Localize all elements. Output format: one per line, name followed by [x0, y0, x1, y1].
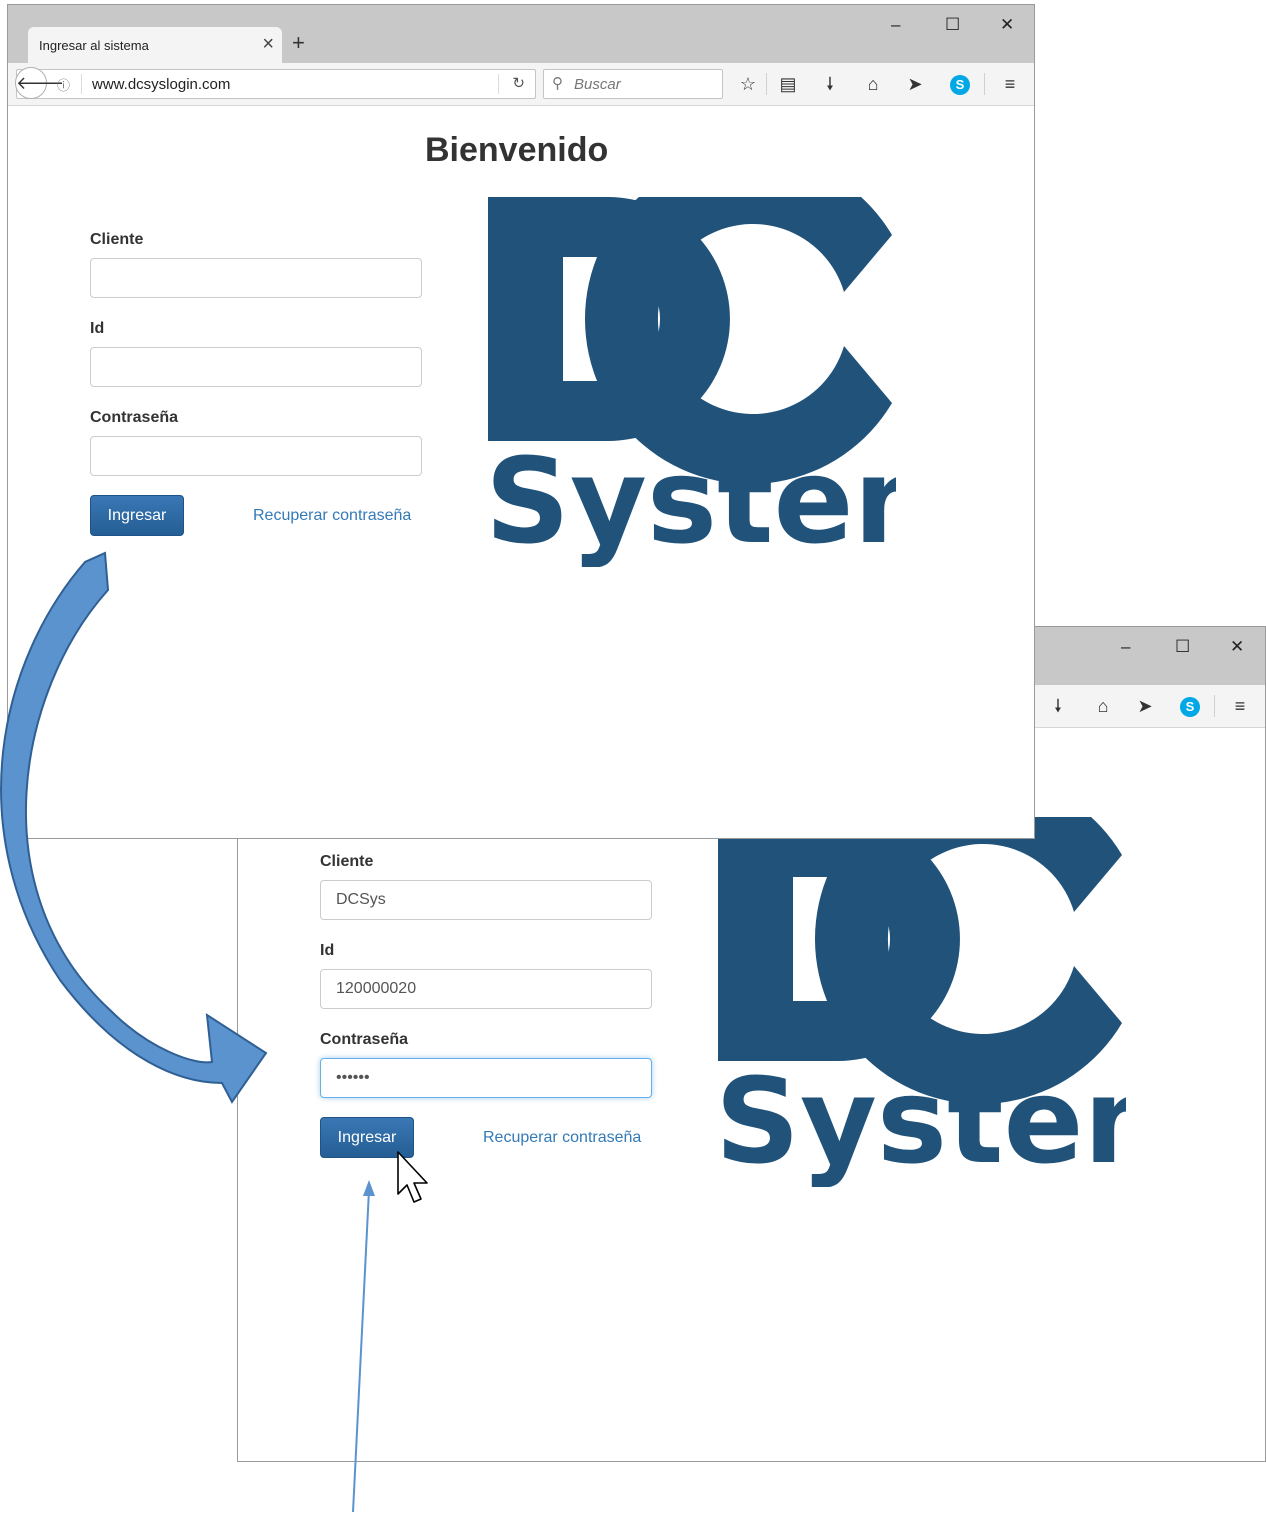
- send-icon[interactable]: ➤: [903, 73, 927, 95]
- tab-close-icon[interactable]: ×: [262, 32, 274, 56]
- skype-icon[interactable]: S: [950, 75, 970, 95]
- url-text[interactable]: www.dcsyslogin.com: [92, 76, 230, 93]
- password-label: Contraseña: [320, 1031, 409, 1048]
- title-bar: Ingresar al sistema × + – ☐ ✕: [8, 5, 1034, 63]
- dc-system-logo: System: [718, 817, 1126, 1187]
- toolbar-divider: [984, 73, 985, 95]
- home-icon[interactable]: ⌂: [861, 73, 885, 95]
- page-title: Bienvenido: [425, 131, 609, 169]
- submit-button[interactable]: Ingresar: [90, 495, 184, 536]
- reload-icon[interactable]: ↻: [512, 74, 525, 92]
- close-window-button[interactable]: ✕: [1000, 15, 1014, 35]
- search-bar[interactable]: ⚲ Buscar: [543, 69, 723, 99]
- send-icon[interactable]: ➤: [1133, 695, 1157, 717]
- reading-list-icon[interactable]: ▤: [776, 73, 800, 95]
- url-divider: [498, 74, 499, 94]
- id-input[interactable]: [90, 347, 422, 387]
- maximize-button[interactable]: ☐: [945, 15, 960, 35]
- browser-tab[interactable]: Ingresar al sistema ×: [28, 27, 282, 63]
- toolbar-divider: [766, 73, 767, 95]
- maximize-button[interactable]: ☐: [1175, 637, 1190, 657]
- recover-password-link[interactable]: Recuperar contraseña: [253, 507, 411, 525]
- download-icon[interactable]: 🠗: [818, 73, 842, 95]
- password-input[interactable]: [90, 436, 422, 476]
- tab-title: Ingresar al sistema: [39, 38, 149, 53]
- id-label: Id: [90, 320, 105, 337]
- id-input[interactable]: [320, 969, 652, 1009]
- logo-system-text: System: [488, 432, 896, 567]
- toolbar-divider: [1214, 695, 1215, 717]
- back-arrow-icon[interactable]: 🡐: [15, 67, 64, 99]
- recover-password-link[interactable]: Recuperar contraseña: [483, 1129, 641, 1147]
- password-label: Contraseña: [90, 409, 179, 426]
- skype-icon[interactable]: S: [1180, 697, 1200, 717]
- browser-window-empty: Ingresar al sistema × + – ☐ ✕ 🡐 ⓘ www.dc…: [7, 4, 1035, 839]
- client-label: Cliente: [90, 231, 144, 248]
- search-icon: ⚲: [552, 75, 563, 92]
- search-placeholder: Buscar: [574, 76, 621, 93]
- url-divider: [81, 74, 82, 94]
- id-label: Id: [320, 942, 335, 959]
- menu-icon[interactable]: ≡: [1228, 695, 1252, 717]
- home-icon[interactable]: ⌂: [1091, 695, 1115, 717]
- client-label: Cliente: [320, 853, 374, 870]
- client-input[interactable]: [90, 258, 422, 298]
- minimize-button[interactable]: –: [1121, 637, 1130, 657]
- toolbar: 🡐 ⓘ www.dcsyslogin.com ↻ ⚲ Buscar ☆ ▤ 🠗 …: [8, 63, 1034, 106]
- close-window-button[interactable]: ✕: [1230, 637, 1244, 657]
- info-icon[interactable]: ⓘ: [57, 75, 70, 94]
- client-input[interactable]: [320, 880, 652, 920]
- star-icon[interactable]: ☆: [736, 73, 760, 95]
- minimize-button[interactable]: –: [891, 15, 900, 35]
- password-input[interactable]: [320, 1058, 652, 1098]
- address-bar[interactable]: 🡐 ⓘ www.dcsyslogin.com ↻: [15, 67, 536, 99]
- menu-icon[interactable]: ≡: [998, 73, 1022, 95]
- download-icon[interactable]: 🠗: [1046, 695, 1070, 717]
- dc-system-logo: System: [488, 197, 896, 567]
- logo-system-text: System: [718, 1052, 1126, 1187]
- submit-button[interactable]: Ingresar: [320, 1117, 414, 1158]
- new-tab-button[interactable]: +: [292, 29, 305, 57]
